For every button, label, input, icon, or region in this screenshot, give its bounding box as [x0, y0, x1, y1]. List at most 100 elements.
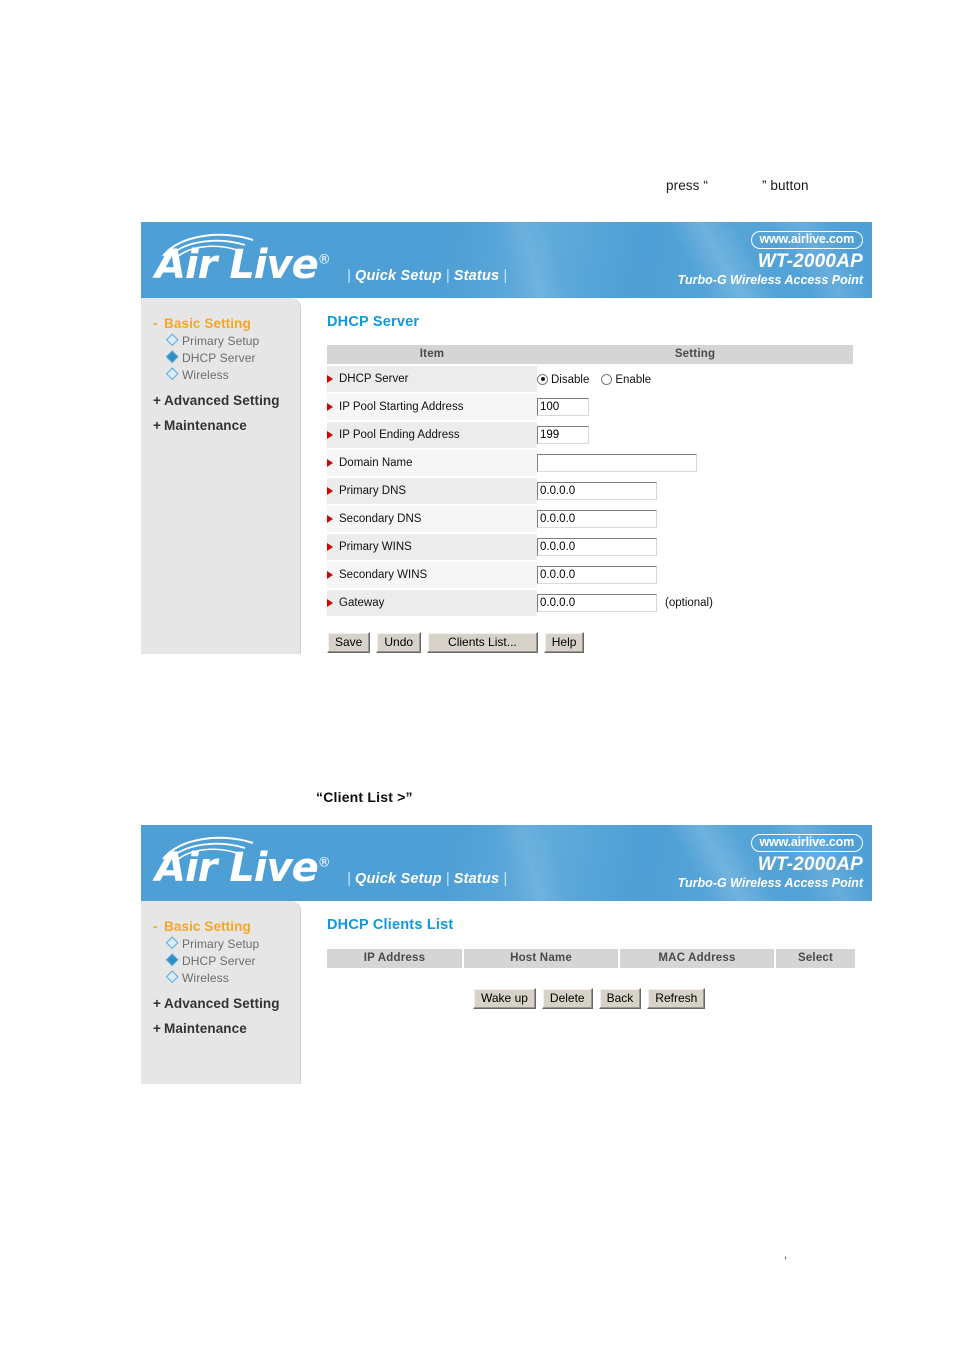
sidebar-group-maintenance[interactable]: + Maintenance — [153, 1021, 300, 1036]
nav-quick-setup[interactable]: Quick Setup — [355, 871, 442, 887]
airlive-logo: Air Live® — [155, 228, 355, 294]
sidebar-item-dhcp-server-label: DHCP Server — [182, 954, 256, 968]
row-label-cell: Secondary WINS — [327, 561, 537, 590]
nav-quick-setup[interactable]: Quick Setup — [355, 268, 442, 284]
nav-divider-left: | — [347, 268, 351, 284]
delete-button[interactable]: Delete — [541, 988, 593, 1009]
dhcp-body: - Basic Setting Primary Setup DHCP Server… — [141, 298, 872, 678]
sidebar-item-wireless-label: Wireless — [182, 971, 229, 985]
save-button[interactable]: Save — [327, 632, 371, 653]
dhcp-server-screenshot: Air Live® | Quick Setup | Status | www.airli… — [141, 222, 872, 678]
sidebar-item-wireless[interactable]: Wireless — [165, 367, 300, 382]
ip-pool-starting-address-input[interactable] — [537, 398, 589, 416]
diamond-bullet-icon — [165, 350, 179, 364]
airlive-url-badge[interactable]: www.airlive.com — [750, 231, 863, 249]
sidebar-group-maintenance[interactable]: + Maintenance — [153, 418, 300, 433]
sidebar-group-basic-setting-label: Basic Setting — [164, 316, 251, 331]
row-label: IP Pool Ending Address — [339, 429, 460, 441]
row-setting-cell — [537, 533, 853, 561]
airlive-url-badge[interactable]: www.airlive.com — [750, 834, 863, 852]
dhcp-clients-list-screenshot: Air Live® | Quick Setup | Status | www.airli… — [141, 825, 872, 1090]
secondary-dns-input[interactable] — [537, 510, 657, 528]
sidebar-item-dhcp-server[interactable]: DHCP Server — [165, 953, 300, 968]
airlive-logo: Air Live® — [155, 831, 355, 897]
nav-status[interactable]: Status — [454, 268, 500, 284]
sidebar-group-basic-setting[interactable]: - Basic Setting — [153, 316, 300, 331]
sidebar-group-maintenance-label: Maintenance — [164, 418, 247, 433]
sidebar-item-wireless-label: Wireless — [182, 368, 229, 382]
row-label: Primary DNS — [339, 485, 407, 497]
diamond-bullet-icon — [165, 970, 179, 984]
table-row-dhcp-server: DHCP Server Disable Enable — [327, 365, 853, 394]
wake-up-button[interactable]: Wake up — [473, 988, 536, 1009]
sidebar-group-basic-setting[interactable]: - Basic Setting — [153, 919, 300, 934]
help-button[interactable]: Help — [543, 632, 585, 653]
back-button[interactable]: Back — [598, 988, 642, 1009]
primary-wins-input[interactable] — [537, 538, 657, 556]
banner-nav: | Quick Setup | Status | — [343, 871, 511, 887]
sidebar-item-primary-setup[interactable]: Primary Setup — [165, 333, 300, 348]
clients-body: - Basic Setting Primary Setup DHCP Server… — [141, 901, 872, 1090]
radio-disable[interactable] — [537, 373, 548, 385]
clients-content: DHCP Clients List IP Address Host Name M… — [327, 901, 872, 1009]
model-description: Turbo-G Wireless Access Point — [677, 273, 863, 287]
row-label: Secondary DNS — [339, 513, 422, 525]
secondary-wins-input[interactable] — [537, 566, 657, 584]
maintenance-sign: + — [153, 418, 161, 433]
row-label-cell: Secondary DNS — [327, 505, 537, 534]
radio-disable-label: Disable — [551, 373, 590, 386]
table-row-gateway: Gateway (optional) — [327, 589, 853, 618]
radio-enable[interactable] — [601, 373, 613, 385]
banner-model-info: www.airlive.com WT-2000AP Turbo-G Wirele… — [678, 833, 863, 891]
row-label: Gateway — [339, 597, 385, 609]
sidebar-group-advanced-setting[interactable]: + Advanced Setting — [153, 996, 300, 1011]
ip-pool-ending-address-input[interactable] — [537, 426, 589, 444]
gateway-input[interactable] — [537, 594, 657, 612]
primary-dns-input[interactable] — [537, 482, 657, 500]
diamond-bullet-icon — [165, 333, 179, 347]
logo-wordmark: Air Live — [155, 242, 319, 288]
clients-list-button[interactable]: Clients List... — [427, 632, 538, 653]
nav-status[interactable]: Status — [454, 871, 500, 887]
table-row-secondary-wins: Secondary WINS — [327, 561, 853, 590]
page-title: DHCP Clients List — [327, 917, 454, 933]
basic-setting-sign: - — [153, 919, 158, 934]
domain-name-input[interactable] — [537, 454, 697, 472]
sidebar-group-advanced-setting[interactable]: + Advanced Setting — [153, 393, 300, 408]
sidebar-item-wireless[interactable]: Wireless — [165, 970, 300, 985]
press-button-note: press “ ” button — [666, 178, 809, 193]
red-arrow-icon — [327, 487, 333, 495]
table-row-ip-pool-start: IP Pool Starting Address — [327, 393, 853, 422]
red-arrow-icon — [327, 375, 333, 383]
row-setting-cell — [537, 393, 853, 421]
advanced-setting-sign: + — [153, 996, 161, 1011]
sidebar-group-maintenance-label: Maintenance — [164, 1021, 247, 1036]
row-label-cell: IP Pool Starting Address — [327, 393, 537, 422]
registered-mark-icon: ® — [317, 855, 331, 871]
sidebar-item-primary-setup-label: Primary Setup — [182, 334, 260, 348]
undo-button[interactable]: Undo — [376, 632, 422, 653]
sidebar-item-dhcp-server-label: DHCP Server — [182, 351, 256, 365]
airlive-banner: Air Live® | Quick Setup | Status | www.airli… — [141, 222, 872, 298]
sidebar-item-dhcp-server[interactable]: DHCP Server — [165, 350, 300, 365]
red-arrow-icon — [327, 543, 333, 551]
table-row-ip-pool-end: IP Pool Ending Address — [327, 421, 853, 450]
sidebar-item-primary-setup[interactable]: Primary Setup — [165, 936, 300, 951]
row-label-cell: Domain Name — [327, 449, 537, 478]
dhcp-button-row: Save Undo Clients List... Help — [327, 632, 872, 653]
refresh-button[interactable]: Refresh — [647, 988, 706, 1009]
row-label: Secondary WINS — [339, 569, 428, 581]
row-setting-cell — [537, 449, 853, 477]
airlive-logo-text: Air Live® — [155, 848, 331, 888]
banner-model-info: www.airlive.com WT-2000AP Turbo-G Wirele… — [678, 230, 863, 288]
row-setting-cell: (optional) — [537, 589, 853, 617]
row-setting-cell — [537, 505, 853, 533]
client-list-caption: “Client List >” — [316, 789, 413, 805]
sidebar-group-advanced-setting-label: Advanced Setting — [164, 996, 280, 1011]
banner-nav: | Quick Setup | Status | — [343, 268, 511, 284]
column-header-setting: Setting — [537, 345, 853, 366]
column-header-host-name: Host Name — [463, 949, 620, 970]
